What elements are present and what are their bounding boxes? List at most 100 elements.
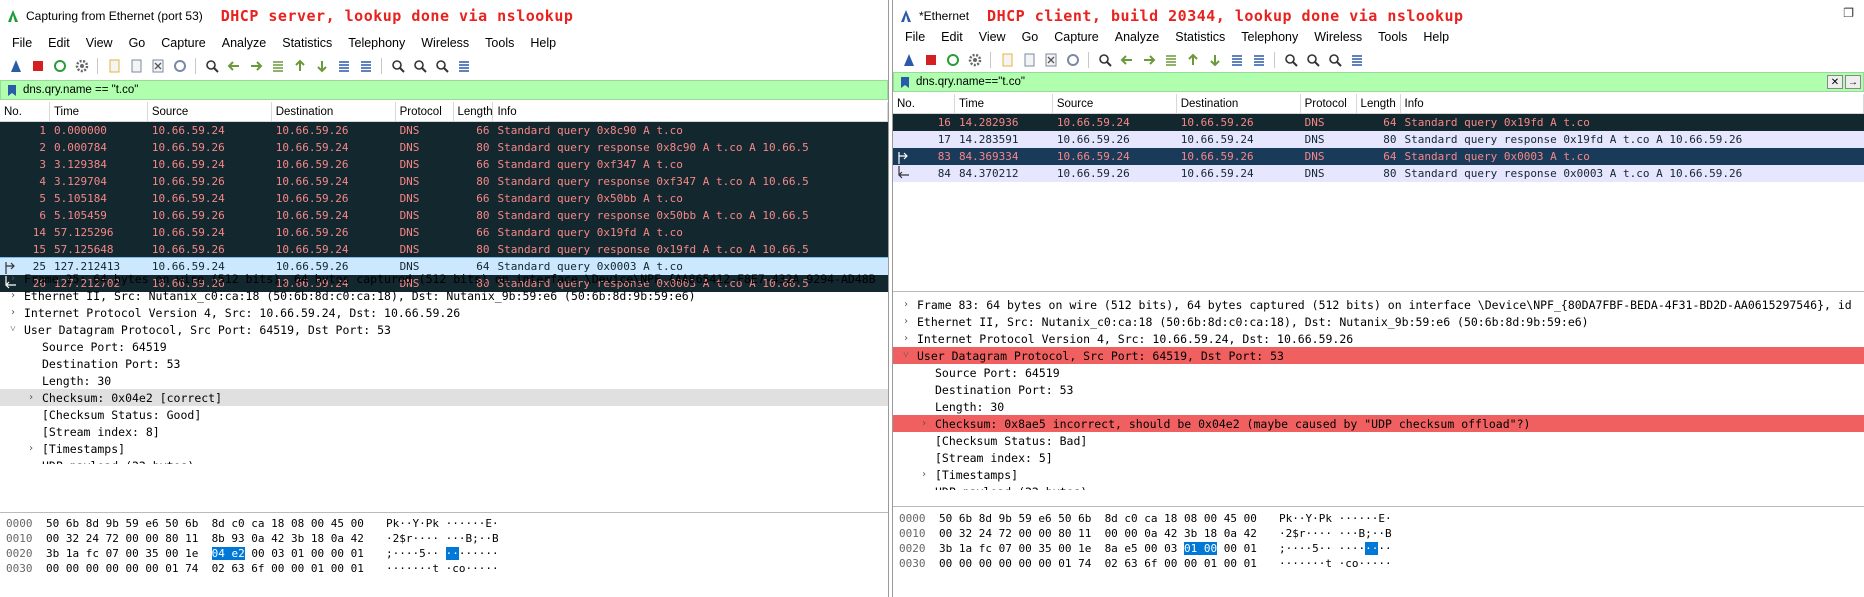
filter-bookmark-icon[interactable]	[5, 83, 19, 97]
hex-segment[interactable]: 00 01	[1217, 542, 1257, 555]
autoscroll-icon[interactable]	[1227, 51, 1246, 69]
capture-options-icon[interactable]	[965, 51, 984, 69]
column-header-time[interactable]: Time	[50, 102, 148, 121]
find-packet-icon[interactable]	[202, 57, 221, 75]
expand-icon[interactable]: ›	[24, 392, 38, 403]
detail-row[interactable]: › Ethernet II, Src: Nutanix_c0:ca:18 (50:…	[0, 287, 888, 304]
detail-row[interactable]: › Internet Protocol Version 4, Src: 10.66…	[0, 304, 888, 321]
left-filter-input[interactable]	[23, 82, 887, 98]
close-file-icon[interactable]	[1041, 51, 1060, 69]
menu-tools[interactable]: Tools	[1370, 30, 1415, 44]
menu-edit[interactable]: Edit	[40, 36, 78, 50]
shark-start-icon[interactable]	[6, 57, 25, 75]
save-file-icon[interactable]	[126, 57, 145, 75]
packet-row[interactable]: 84 84.370212 10.66.59.26 10.66.59.24 DNS 80 St…	[893, 165, 1864, 182]
detail-row[interactable]: Length: 30	[893, 398, 1864, 415]
menu-tools[interactable]: Tools	[477, 36, 522, 50]
expand-icon[interactable]: ›	[6, 290, 20, 301]
restart-capture-icon[interactable]	[943, 51, 962, 69]
go-back-icon[interactable]	[224, 57, 243, 75]
capture-options-icon[interactable]	[72, 57, 91, 75]
detail-row[interactable]: UDP payload (22 bytes)	[893, 483, 1864, 491]
stop-capture-icon[interactable]	[921, 51, 940, 69]
column-header-source[interactable]: Source	[148, 102, 272, 121]
detail-row[interactable]: › Frame 83: 64 bytes on wire (512 bits), …	[893, 296, 1864, 313]
hex-segment[interactable]: 00 00 00 00 00 00 01 74 02 63 6f 00 00 0…	[939, 557, 1257, 570]
detail-row[interactable]: Source Port: 64519	[0, 338, 888, 355]
packet-row[interactable]: 4 3.129704 10.66.59.26 10.66.59.24 DNS 80 Stan…	[0, 173, 888, 190]
colorize-icon[interactable]	[356, 57, 375, 75]
detail-row[interactable]: Destination Port: 53	[0, 355, 888, 372]
hex-segment[interactable]: 00 32 24 72 00 00 80 11 00 00 0a 42 3b 1…	[939, 527, 1257, 540]
go-forward-icon[interactable]	[246, 57, 265, 75]
open-file-icon[interactable]	[997, 51, 1016, 69]
expand-icon[interactable]: ›	[6, 307, 20, 318]
hex-segment[interactable]: 3b 1a fc 07 00 35 00 1e 8a e5 00 03	[939, 542, 1184, 555]
column-header-info[interactable]: Info	[493, 102, 888, 121]
menu-help[interactable]: Help	[522, 36, 564, 50]
autoscroll-icon[interactable]	[334, 57, 353, 75]
last-packet-icon[interactable]	[1205, 51, 1224, 69]
detail-row[interactable]: Destination Port: 53	[893, 381, 1864, 398]
save-file-icon[interactable]	[1019, 51, 1038, 69]
zoom-out-icon[interactable]	[1303, 51, 1322, 69]
expand-icon[interactable]: ›	[899, 333, 913, 344]
expand-icon[interactable]: ›	[24, 443, 38, 454]
detail-row[interactable]: [Checksum Status: Good]	[0, 406, 888, 423]
detail-row[interactable]: › Checksum: 0x8ae5 incorrect, should be 0…	[893, 415, 1864, 432]
column-header-length[interactable]: Length	[454, 102, 494, 121]
find-packet-icon[interactable]	[1095, 51, 1114, 69]
restore-window-icon[interactable]: ❐	[1843, 6, 1854, 20]
zoom-in-icon[interactable]	[388, 57, 407, 75]
detail-row[interactable]: Source Port: 64519	[893, 364, 1864, 381]
collapse-icon[interactable]: ˅	[899, 350, 913, 361]
go-back-icon[interactable]	[1117, 51, 1136, 69]
hex-segment[interactable]: 00 00 00 00 00 00 01 74 02 63 6f 00 00 0…	[46, 562, 364, 575]
apply-filter-icon[interactable]: →	[1845, 75, 1861, 89]
detail-row[interactable]: ˅ User Datagram Protocol, Src Port: 64519…	[893, 347, 1864, 364]
first-packet-icon[interactable]	[290, 57, 309, 75]
menu-file[interactable]: File	[4, 36, 40, 50]
expand-icon[interactable]: ›	[899, 299, 913, 310]
first-packet-icon[interactable]	[1183, 51, 1202, 69]
menu-edit[interactable]: Edit	[933, 30, 971, 44]
go-to-packet-icon[interactable]	[268, 57, 287, 75]
expand-icon[interactable]: ›	[917, 418, 931, 429]
reload-file-icon[interactable]	[1063, 51, 1082, 69]
packet-row[interactable]: 1 0.000000 10.66.59.24 10.66.59.26 DNS 66 Stan…	[0, 122, 888, 139]
menu-view[interactable]: View	[78, 36, 121, 50]
detail-row[interactable]: › [Timestamps]	[893, 466, 1864, 483]
hex-segment[interactable]: 50 6b 8d 9b 59 e6 50 6b 8d c0 ca 18 08 0…	[46, 517, 364, 530]
hex-segment[interactable]: 00 03 01 00 00 01	[245, 547, 364, 560]
detail-row[interactable]: UDP payload (22 bytes)	[0, 457, 888, 465]
normal-size-icon[interactable]	[432, 57, 451, 75]
column-header-source[interactable]: Source	[1053, 94, 1177, 113]
colorize-icon[interactable]	[1249, 51, 1268, 69]
selected-bytes[interactable]: 04 e2	[211, 547, 245, 560]
column-header-protocol[interactable]: Protocol	[1301, 94, 1357, 113]
menu-telephony[interactable]: Telephony	[1233, 30, 1306, 44]
collapse-icon[interactable]: ˅	[6, 324, 20, 335]
hex-segment[interactable]: 00 32 24 72 00 00 80 11 8b 93 0a 42 3b 1…	[46, 532, 364, 545]
expand-icon[interactable]: ›	[6, 273, 20, 284]
expand-icon[interactable]: ›	[917, 469, 931, 480]
hex-segment[interactable]: 50 6b 8d 9b 59 e6 50 6b 8d c0 ca 18 08 0…	[939, 512, 1257, 525]
packet-row[interactable]: 3 3.129384 10.66.59.24 10.66.59.26 DNS 66 Stan…	[0, 156, 888, 173]
menu-wireless[interactable]: Wireless	[413, 36, 477, 50]
menu-help[interactable]: Help	[1415, 30, 1457, 44]
hex-segment[interactable]: 3b 1a fc 07 00 35 00 1e	[46, 547, 212, 560]
column-header-info[interactable]: Info	[1401, 94, 1864, 113]
close-file-icon[interactable]	[148, 57, 167, 75]
column-header-destination[interactable]: Destination	[1177, 94, 1301, 113]
detail-row[interactable]: › Checksum: 0x04e2 [correct]	[0, 389, 888, 406]
menu-analyze[interactable]: Analyze	[1107, 30, 1167, 44]
zoom-out-icon[interactable]	[410, 57, 429, 75]
detail-row[interactable]: Length: 30	[0, 372, 888, 389]
menu-analyze[interactable]: Analyze	[214, 36, 274, 50]
clear-filter-icon[interactable]: ✕	[1827, 75, 1843, 89]
menu-view[interactable]: View	[971, 30, 1014, 44]
menu-capture[interactable]: Capture	[1046, 30, 1106, 44]
menu-wireless[interactable]: Wireless	[1306, 30, 1370, 44]
packet-row[interactable]: 16 14.282936 10.66.59.24 10.66.59.26 DNS 64 St…	[893, 114, 1864, 131]
selected-bytes[interactable]: 01 00	[1184, 542, 1218, 555]
